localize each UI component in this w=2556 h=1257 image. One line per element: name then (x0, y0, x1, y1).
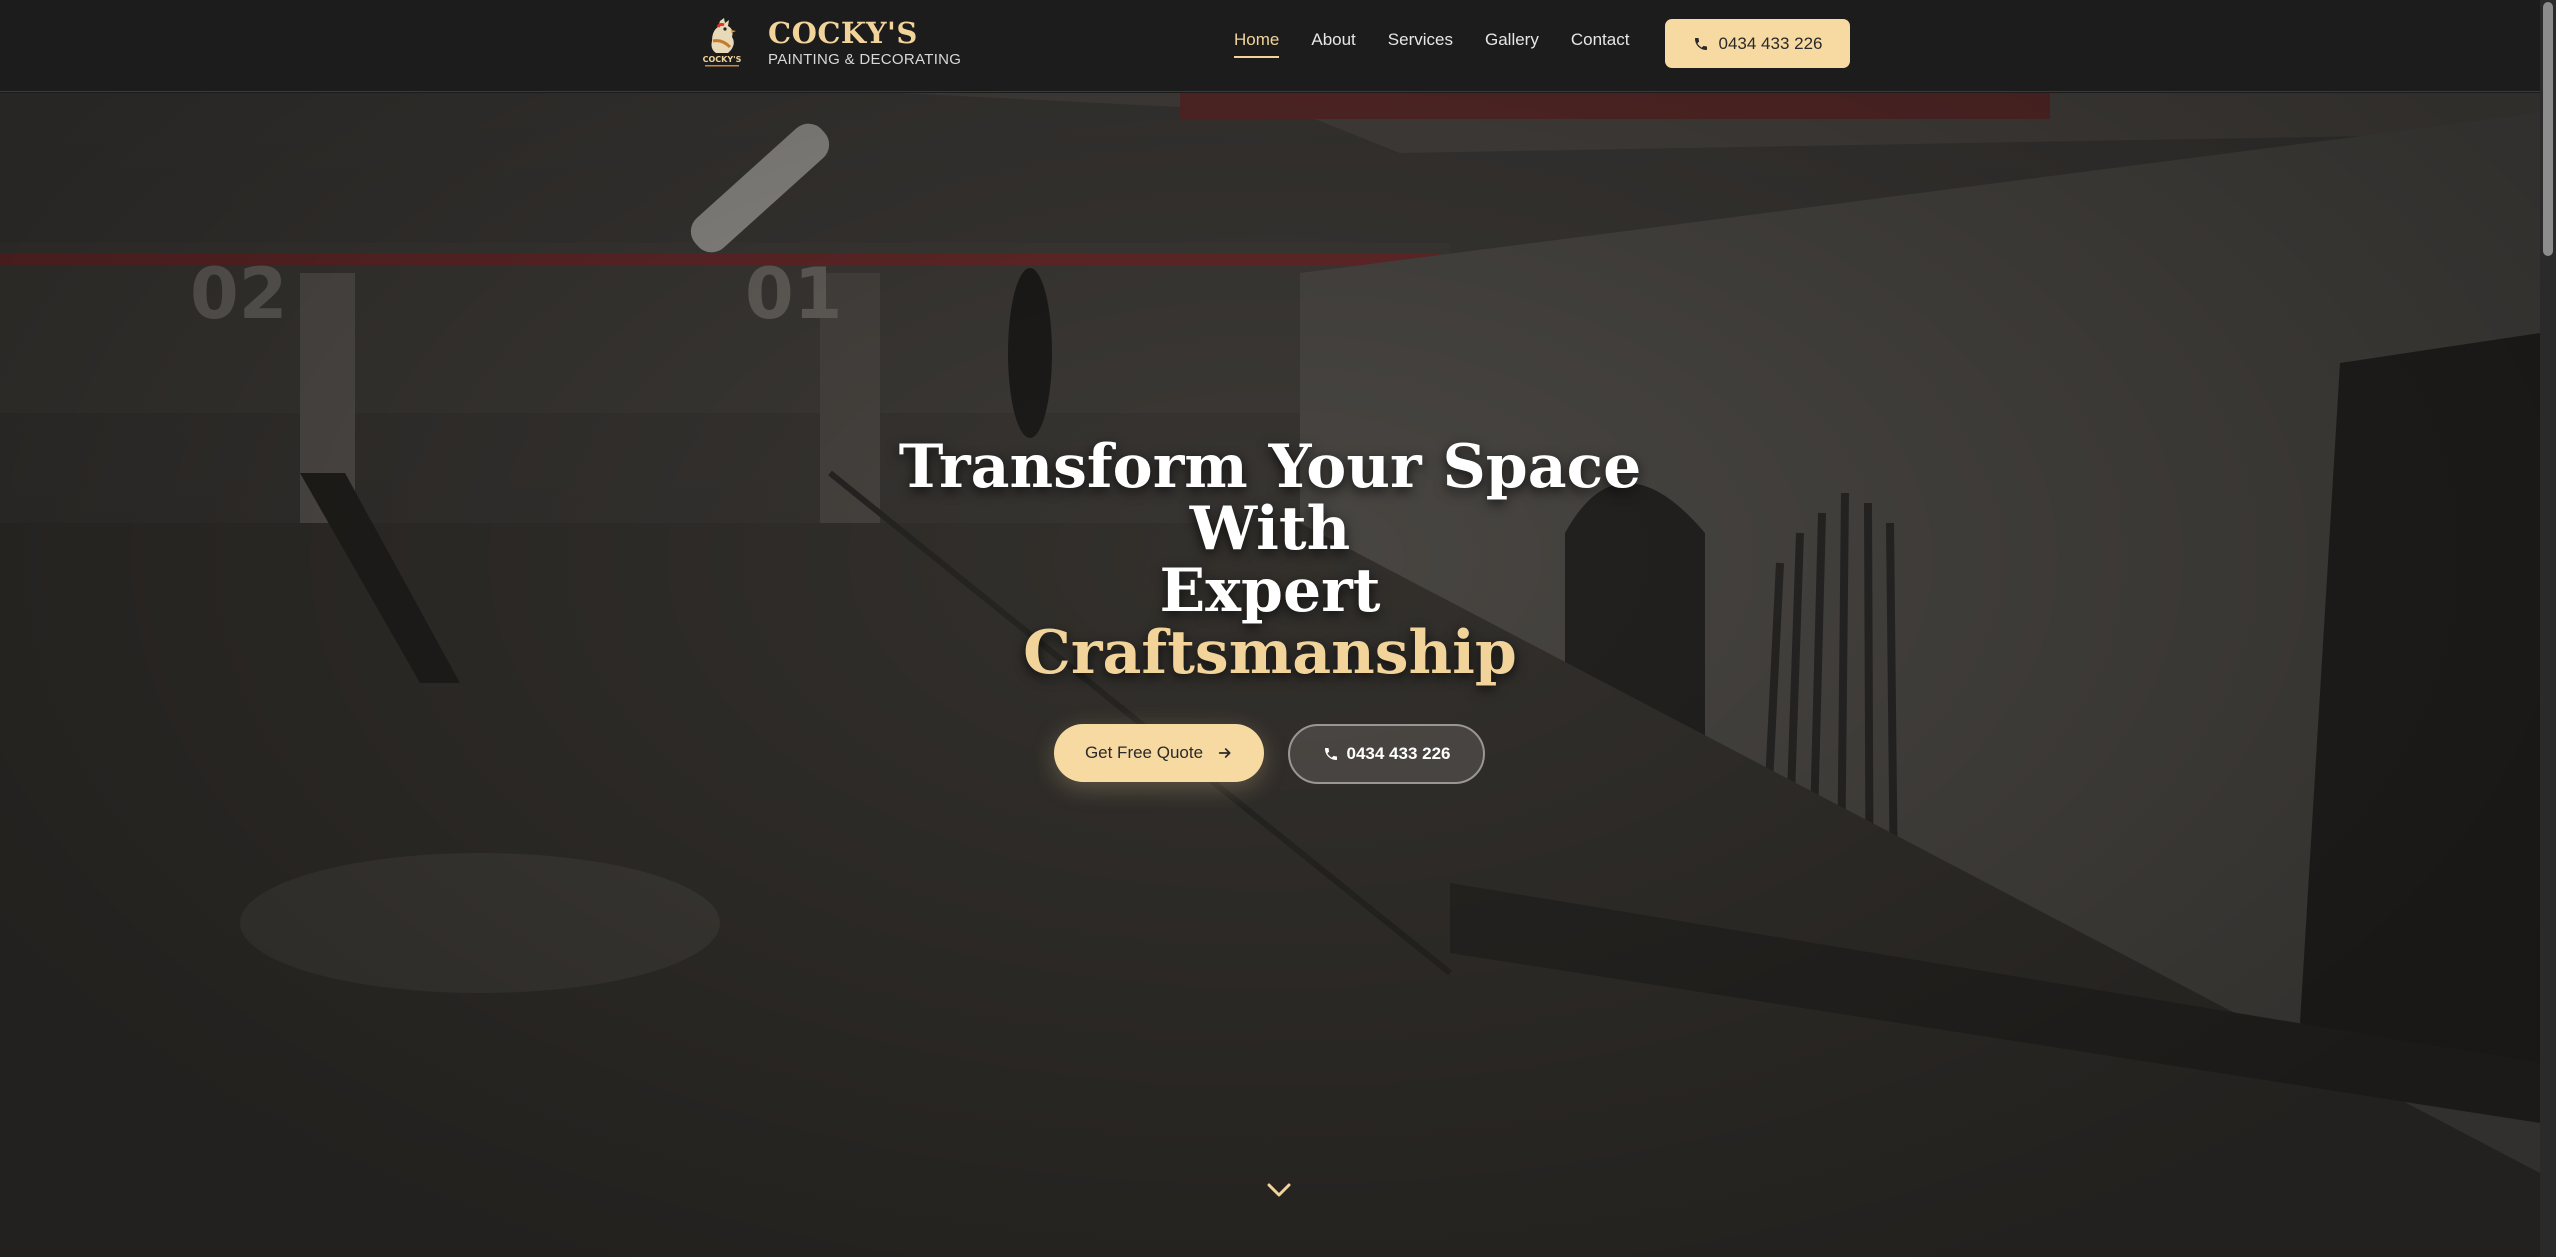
phone-icon (1324, 748, 1337, 760)
get-free-quote-button[interactable]: Get Free Quote (1054, 724, 1264, 782)
hero-heading: Transform Your Space With Expert Craftsm… (0, 436, 2540, 684)
brand-tagline: PAINTING & DECORATING (768, 51, 962, 68)
nav-gallery[interactable]: Gallery (1485, 30, 1539, 56)
hero-phone-label: 0434 433 226 (1346, 744, 1451, 763)
arrow-right-icon (1218, 748, 1231, 758)
logo-text: COCKY'S (703, 55, 742, 64)
brand[interactable]: COCKY'S COCKY'S PAINTING & DECORATING (698, 16, 961, 70)
nav-contact[interactable]: Contact (1571, 30, 1630, 56)
hero-phone-button[interactable]: 0434 433 226 (1288, 724, 1485, 784)
nav-about[interactable]: About (1311, 30, 1355, 56)
hero-actions: Get Free Quote 0434 433 226 (1054, 724, 1485, 784)
hero-heading-line3: Expert (1159, 556, 1381, 626)
site-header: COCKY'S COCKY'S PAINTING & DECORATING Ho… (0, 0, 2540, 92)
header-call-label: 0434 433 226 (1718, 33, 1823, 53)
hero-heading-line1: Transform Your Space (898, 432, 1642, 502)
brand-text: COCKY'S PAINTING & DECORATING (768, 16, 961, 70)
phone-icon (1694, 37, 1707, 50)
nav-home[interactable]: Home (1234, 30, 1280, 58)
brand-name: COCKY'S (768, 16, 918, 50)
scrollbar-thumb[interactable] (2543, 2, 2553, 256)
page-scrollbar[interactable] (2540, 0, 2556, 1257)
rooster-logo-icon[interactable]: COCKY'S (698, 17, 746, 69)
hero-heading-line2: With (1189, 494, 1351, 564)
chevron-down-icon[interactable] (1266, 1181, 1292, 1199)
quote-button-label: Get Free Quote (1084, 743, 1204, 762)
main-nav: Home About Services Gallery Contact (1234, 30, 1661, 58)
hero-heading-accent: Craftsmanship (1023, 618, 1517, 688)
header-call-button[interactable]: 0434 433 226 (1665, 19, 1850, 68)
hero-section: 02 01 Transform Your Space (0, 93, 2540, 1257)
nav-services[interactable]: Services (1388, 30, 1453, 56)
